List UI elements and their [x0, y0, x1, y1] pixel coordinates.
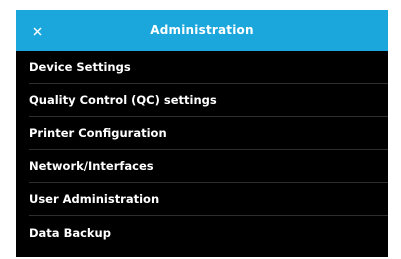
administration-menu: Device Settings Quality Control (QC) set… [16, 51, 388, 249]
menu-item-qc-settings[interactable]: Quality Control (QC) settings [29, 84, 388, 117]
menu-item-network-interfaces[interactable]: Network/Interfaces [29, 150, 388, 183]
menu-item-user-administration[interactable]: User Administration [29, 183, 388, 216]
header-bar: Administration [16, 10, 388, 51]
close-icon [33, 27, 41, 35]
page-title: Administration [150, 23, 254, 37]
menu-item-printer-configuration[interactable]: Printer Configuration [29, 117, 388, 150]
administration-panel: Administration Device Settings Quality C… [16, 10, 388, 257]
menu-item-data-backup[interactable]: Data Backup [29, 216, 388, 249]
close-button[interactable] [24, 18, 50, 44]
menu-item-device-settings[interactable]: Device Settings [29, 51, 388, 84]
